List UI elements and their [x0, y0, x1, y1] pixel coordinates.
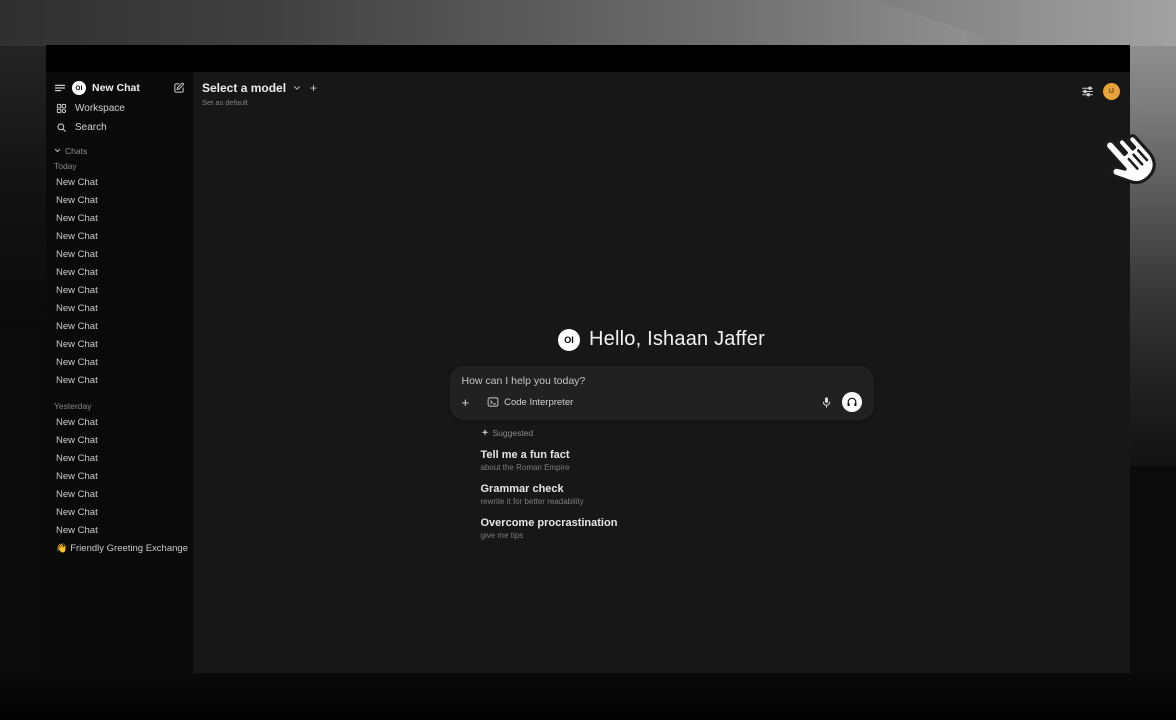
code-interpreter-label: Code Interpreter: [504, 397, 573, 408]
app-logo-icon: OI: [558, 329, 580, 351]
chat-item[interactable]: New Chat: [54, 299, 185, 317]
sidebar-title: New Chat: [92, 82, 167, 94]
chat-item[interactable]: New Chat: [54, 485, 185, 503]
sparkle-icon: [481, 429, 489, 437]
chevron-down-icon: [54, 147, 61, 154]
composer-placeholder: How can I help you today?: [462, 375, 862, 387]
controls-sliders-icon[interactable]: [1081, 85, 1094, 98]
chat-item[interactable]: New Chat: [54, 353, 185, 371]
chat-item[interactable]: New Chat: [54, 281, 185, 299]
sidebar-item-search[interactable]: Search: [54, 118, 185, 137]
chat-item[interactable]: New Chat: [54, 503, 185, 521]
workspace-label: Workspace: [75, 103, 125, 114]
add-model-button[interactable]: +: [310, 81, 317, 95]
chat-list-today: New Chat New Chat New Chat New Chat New …: [54, 173, 185, 389]
main-area: Select a model + Set as default: [193, 72, 1130, 673]
message-composer[interactable]: How can I help you today? +: [450, 366, 874, 420]
search-icon: [56, 122, 67, 133]
greeting-text: Hello, Ishaan Jaffer: [589, 328, 765, 351]
chat-item[interactable]: New Chat: [54, 263, 185, 281]
sidebar-toggle-icon[interactable]: [54, 82, 66, 94]
chat-item[interactable]: New Chat: [54, 227, 185, 245]
main-header: Select a model + Set as default: [193, 72, 1130, 126]
chat-list-yesterday: New Chat New Chat New Chat New Chat New …: [54, 413, 185, 539]
backdrop-right-band: [1130, 46, 1176, 466]
user-avatar[interactable]: IJ: [1103, 83, 1120, 100]
suggested-section: Suggested Tell me a fun fact about the R…: [450, 428, 874, 540]
chat-item[interactable]: New Chat: [54, 245, 185, 263]
suggested-list: Tell me a fun fact about the Roman Empir…: [481, 449, 874, 540]
chat-item-title: Friendly Greeting Exchange: [70, 543, 188, 554]
chat-item[interactable]: New Chat: [54, 191, 185, 209]
attach-plus-button[interactable]: +: [462, 396, 470, 409]
search-label: Search: [75, 122, 107, 133]
suggested-label: Suggested: [493, 428, 534, 438]
microphone-icon[interactable]: [821, 396, 832, 409]
home-center-block: OI Hello, Ishaan Jaffer How can I help y…: [193, 328, 1130, 540]
code-interpreter-icon: [487, 396, 499, 408]
suggested-prompt[interactable]: Overcome procrastination give me tips: [481, 517, 874, 540]
new-chat-pencil-icon[interactable]: [173, 82, 185, 94]
chat-item[interactable]: New Chat: [54, 173, 185, 191]
chat-item[interactable]: New Chat: [54, 413, 185, 431]
model-selector[interactable]: Select a model +: [202, 81, 317, 95]
set-as-default-link[interactable]: Set as default: [202, 98, 317, 107]
backdrop-left-band: [0, 46, 46, 326]
chats-section-toggle[interactable]: Chats: [54, 143, 185, 158]
suggested-prompt[interactable]: Tell me a fun fact about the Roman Empir…: [481, 449, 874, 472]
chat-item[interactable]: New Chat: [54, 209, 185, 227]
chat-item-friendly-greeting[interactable]: 👋 Friendly Greeting Exchange: [54, 539, 185, 557]
app-logo-icon: OI: [72, 81, 86, 95]
chevron-down-icon: [293, 84, 301, 92]
chat-group-label-yesterday: Yesterday: [54, 398, 185, 413]
chat-item[interactable]: New Chat: [54, 467, 185, 485]
chat-item[interactable]: New Chat: [54, 317, 185, 335]
chat-item[interactable]: New Chat: [54, 449, 185, 467]
sidebar: OI New Chat: [46, 72, 193, 673]
voice-call-button[interactable]: [842, 392, 862, 412]
code-interpreter-toggle[interactable]: Code Interpreter: [487, 396, 573, 408]
sidebar-item-workspace[interactable]: Workspace: [54, 99, 185, 118]
suggested-prompt[interactable]: Grammar check rewrite it for better read…: [481, 483, 874, 506]
model-selector-label: Select a model: [202, 81, 286, 95]
wave-emoji-icon: 👋: [56, 543, 67, 554]
backdrop-bottom-band: [0, 673, 1176, 720]
window-titlebar: [46, 45, 1130, 72]
chat-item[interactable]: New Chat: [54, 371, 185, 389]
sidebar-header: OI New Chat: [54, 77, 185, 99]
chat-item[interactable]: New Chat: [54, 431, 185, 449]
chats-section-label: Chats: [65, 146, 87, 156]
chat-item[interactable]: New Chat: [54, 335, 185, 353]
desktop-background: OI New Chat: [0, 0, 1176, 720]
app-window: OI New Chat: [46, 45, 1130, 673]
workspace-grid-icon: [56, 103, 67, 114]
chat-item[interactable]: New Chat: [54, 521, 185, 539]
chat-group-label-today: Today: [54, 158, 185, 173]
